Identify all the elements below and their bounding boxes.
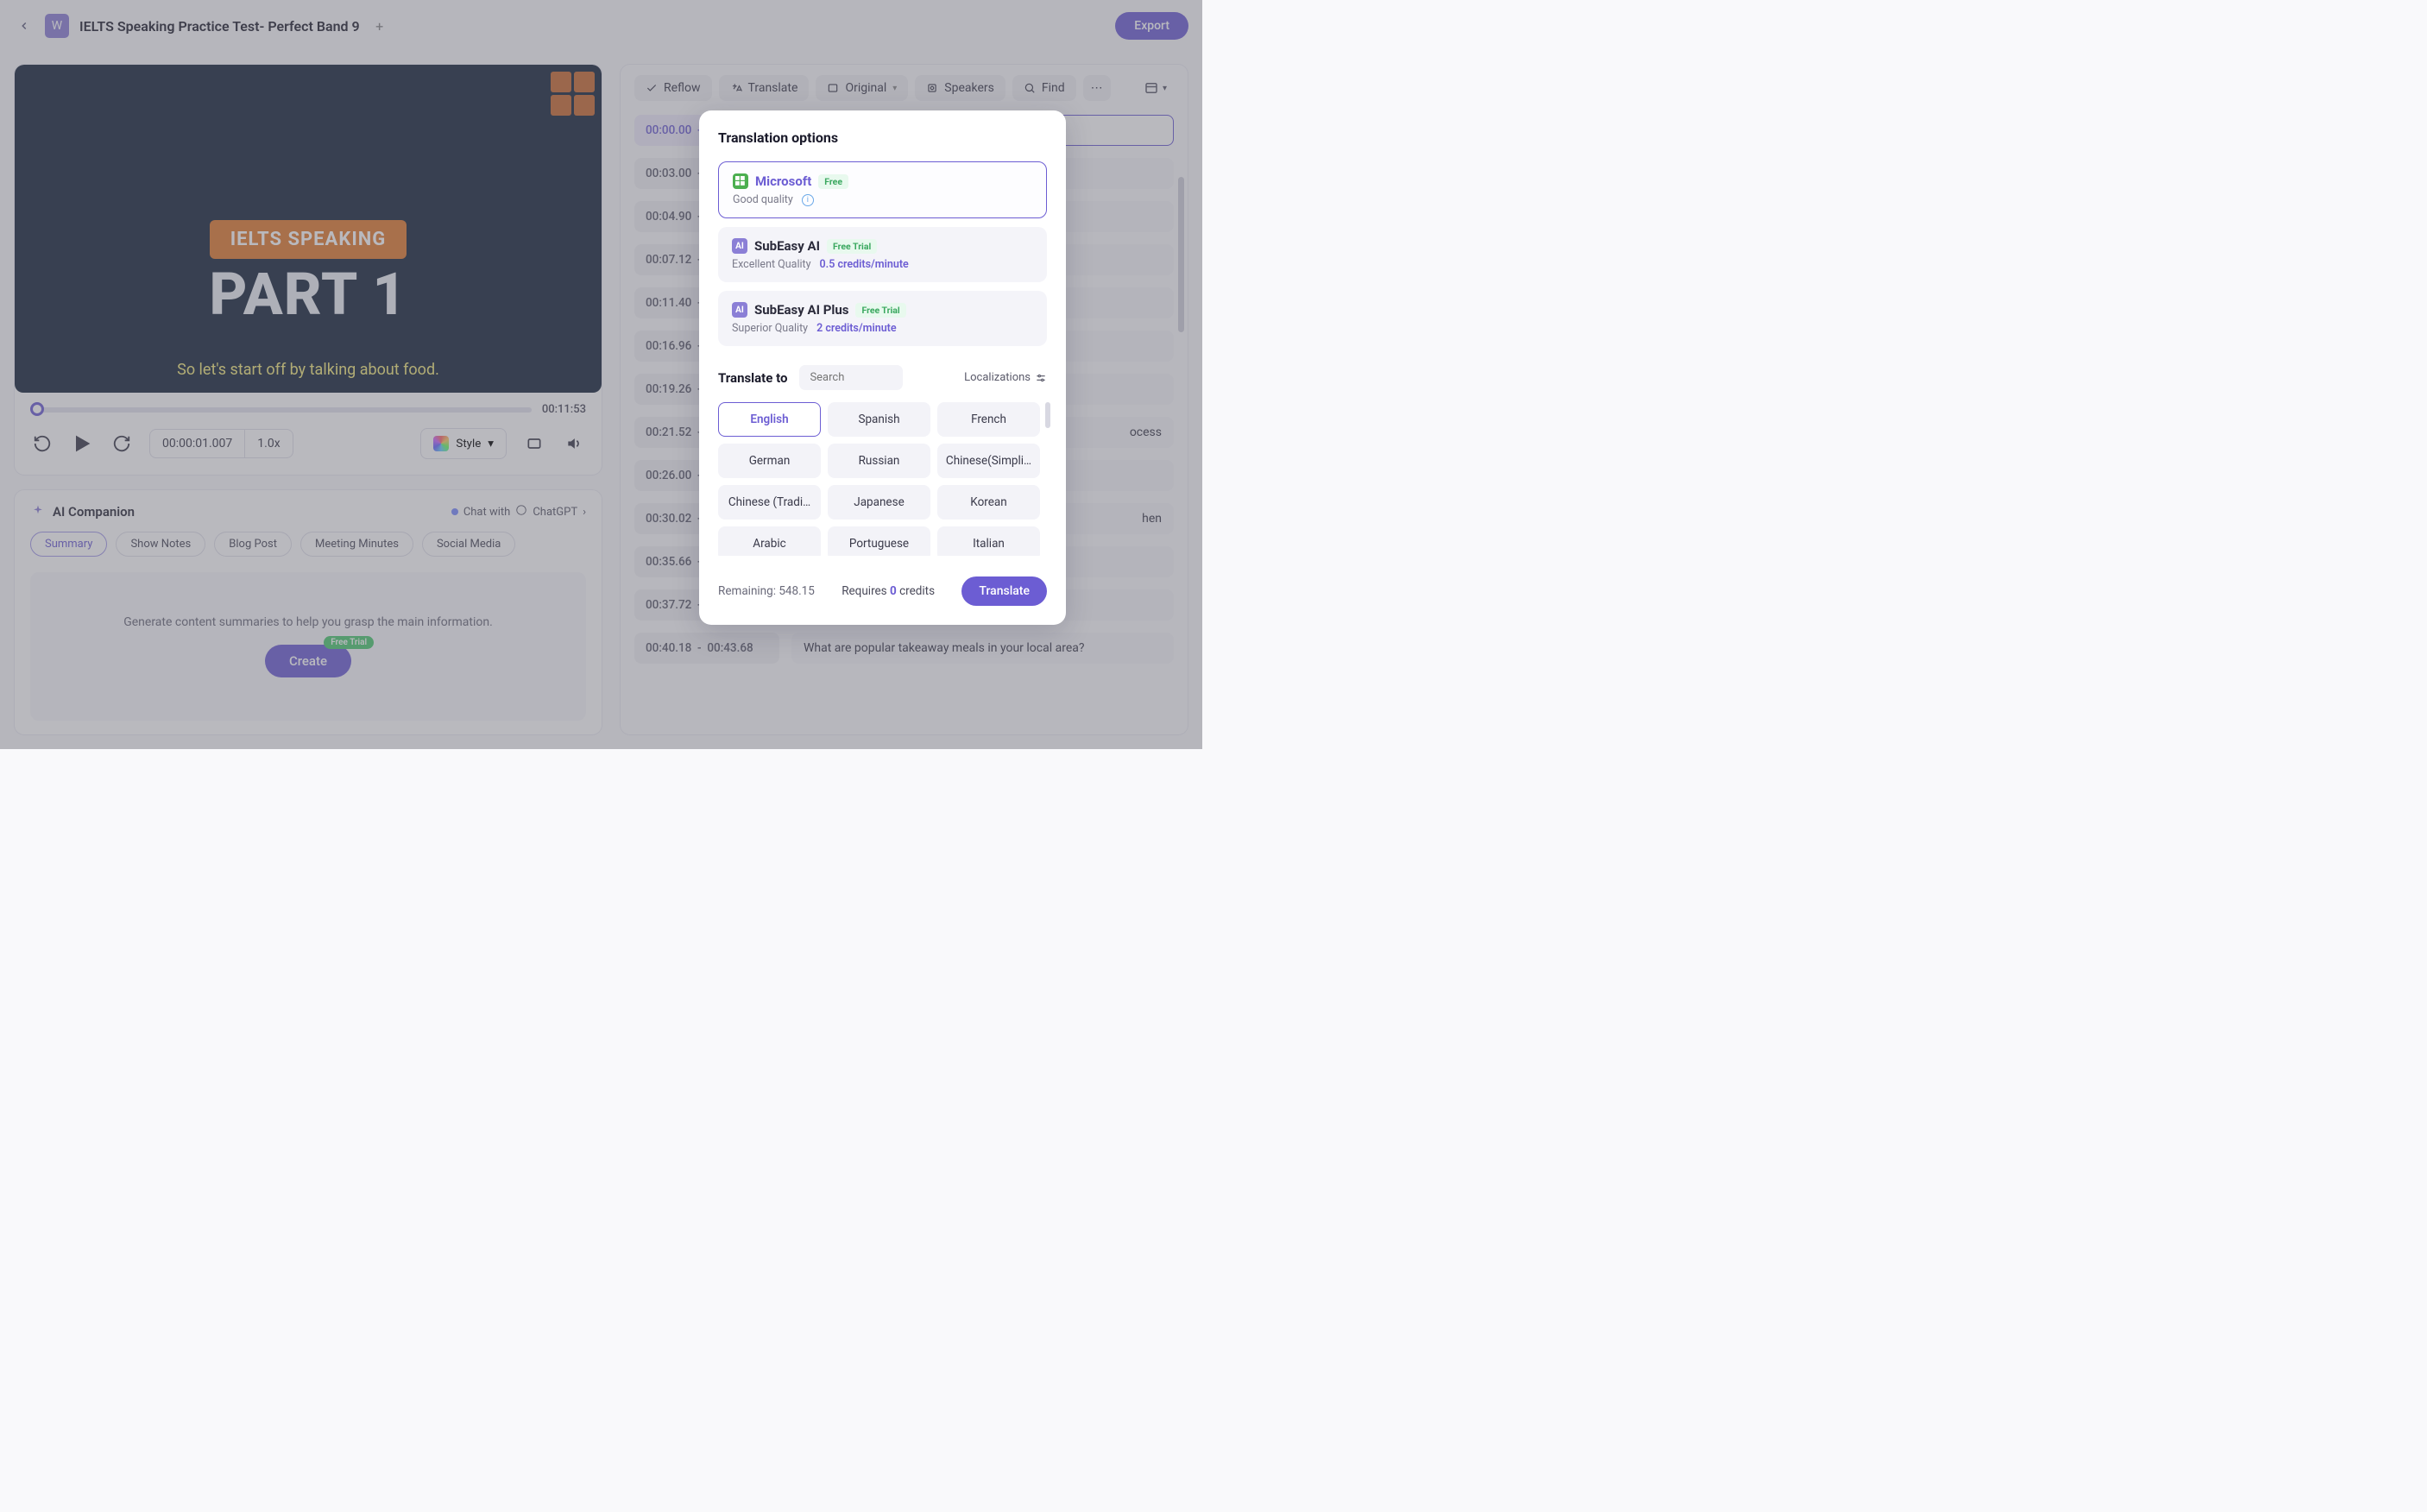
summary-hint: Generate content summaries to help you g…: [123, 615, 493, 629]
language-portuguese[interactable]: Portuguese: [828, 526, 930, 556]
rewind-icon[interactable]: [30, 432, 54, 456]
doc-title: IELTS Speaking Practice Test- Perfect Ba…: [79, 18, 360, 35]
transcript-text[interactable]: What are popular takeaway meals in your …: [791, 633, 1174, 664]
chevron-down-icon: ▾: [892, 84, 897, 93]
video-progress-bar[interactable]: [30, 407, 532, 413]
sliders-icon: [1035, 372, 1047, 384]
language-korean[interactable]: Korean: [937, 485, 1040, 520]
create-button[interactable]: Create Free Trial: [265, 645, 351, 677]
video-player[interactable]: IELTS SPEAKING PART 1 So let's start off…: [15, 65, 602, 393]
provider-credits: 0.5 credits/minute: [820, 258, 909, 271]
language-german[interactable]: German: [718, 444, 821, 478]
translate-submit-button[interactable]: Translate: [961, 576, 1047, 606]
style-button[interactable]: Style ▾: [420, 428, 507, 459]
translate-button[interactable]: Translate: [719, 75, 810, 101]
ai-icon: AI: [732, 238, 747, 254]
provider-badge: Free Trial: [855, 303, 905, 318]
translation-options-modal: Translation options Microsoft Free Good qu…: [699, 110, 1066, 625]
chat-with-button[interactable]: Chat with ChatGPT ›: [451, 504, 586, 520]
provider-subeasy-ai-plus[interactable]: AI SubEasy AI Plus Free Trial Superior Qual…: [718, 291, 1047, 346]
language-arabic[interactable]: Arabic: [718, 526, 821, 556]
chevron-down-icon: ▾: [1163, 84, 1167, 93]
info-icon[interactable]: i: [802, 194, 814, 206]
style-color-icon: [433, 436, 449, 451]
view-mode-toggle[interactable]: ▾: [1137, 75, 1174, 101]
chevron-right-icon: ›: [583, 506, 586, 519]
translate-to-label: Translate to: [718, 370, 787, 386]
language-english[interactable]: English: [718, 402, 821, 437]
localizations-button[interactable]: Localizations: [964, 371, 1047, 384]
transcript-scrollbar[interactable]: [1178, 177, 1184, 695]
playback-speed[interactable]: 1.0x: [245, 430, 292, 457]
sparkle-icon: [30, 504, 46, 520]
video-duration: 00:11:53: [542, 403, 586, 416]
language-chinese-tradi-[interactable]: Chinese (Tradi…: [718, 485, 821, 520]
export-button[interactable]: Export: [1115, 12, 1188, 40]
add-tab-button[interactable]: +: [370, 16, 389, 35]
back-icon[interactable]: [14, 16, 35, 36]
provider-quality: Superior Quality: [732, 322, 808, 335]
remaining-credits: Remaining: 548.15: [718, 584, 815, 598]
provider-badge: Free: [818, 174, 848, 189]
find-button[interactable]: Find: [1012, 75, 1076, 101]
language-japanese[interactable]: Japanese: [828, 485, 930, 520]
chat-provider-label: ChatGPT: [533, 506, 577, 519]
video-badge: IELTS SPEAKING: [210, 220, 407, 259]
pill-blog-post[interactable]: Blog Post: [214, 532, 292, 557]
pill-summary[interactable]: Summary: [30, 532, 107, 557]
original-dropdown[interactable]: Original ▾: [816, 75, 908, 101]
style-label: Style: [456, 438, 481, 450]
language-french[interactable]: French: [937, 402, 1040, 437]
ai-companion-card: AI Companion Chat with ChatGPT › Summary…: [14, 489, 602, 735]
chevron-down-icon: ▾: [488, 438, 494, 450]
live-dot-icon: [451, 508, 458, 515]
timecode-value: 00:00:01.007: [150, 430, 245, 457]
pill-show-notes[interactable]: Show Notes: [116, 532, 205, 557]
chatgpt-icon: [515, 504, 527, 520]
provider-quality: Good quality: [733, 193, 793, 206]
volume-icon[interactable]: [562, 432, 586, 456]
language-spanish[interactable]: Spanish: [828, 402, 930, 437]
chat-with-label: Chat with: [463, 506, 511, 519]
modal-title: Translation options: [718, 129, 1047, 146]
fullscreen-icon[interactable]: [522, 432, 546, 456]
provider-badge: Free Trial: [827, 239, 877, 254]
app-logo: W: [45, 14, 69, 38]
video-caption: So let's start off by talking about food…: [177, 361, 439, 379]
timecode-box[interactable]: 00:00:01.007 1.0x: [149, 429, 293, 458]
ai-icon: AI: [732, 302, 747, 318]
companion-title: AI Companion: [53, 504, 135, 520]
language-russian[interactable]: Russian: [828, 444, 930, 478]
forward-icon[interactable]: [110, 432, 134, 456]
speakers-button[interactable]: Speakers: [915, 75, 1005, 101]
language-italian[interactable]: Italian: [937, 526, 1040, 556]
provider-subeasy-ai[interactable]: AI SubEasy AI Free Trial Excellent Quality 0…: [718, 227, 1047, 282]
video-card: IELTS SPEAKING PART 1 So let's start off…: [14, 64, 602, 476]
language-search-input[interactable]: [799, 365, 903, 390]
language-scrollbar[interactable]: [1045, 402, 1050, 428]
provider-quality: Excellent Quality: [732, 258, 811, 271]
video-part-text: PART 1: [209, 260, 407, 329]
pill-meeting-minutes[interactable]: Meeting Minutes: [300, 532, 413, 557]
provider-microsoft[interactable]: Microsoft Free Good quality i: [718, 161, 1047, 218]
timestamp-chip[interactable]: 00:40.18 - 00:43.68: [634, 633, 779, 664]
provider-name: SubEasy AI Plus: [754, 302, 848, 318]
provider-credits: 2 credits/minute: [816, 322, 897, 335]
more-button[interactable]: ⋯: [1083, 75, 1111, 101]
provider-name: Microsoft: [755, 173, 811, 189]
provider-name: SubEasy AI: [754, 238, 820, 254]
play-button[interactable]: [70, 432, 94, 456]
summary-panel: Generate content summaries to help you g…: [30, 572, 586, 721]
free-trial-badge: Free Trial: [324, 636, 374, 649]
progress-handle[interactable]: [30, 402, 44, 416]
video-corner-icons: [551, 72, 595, 116]
language-chinese-simpli-[interactable]: Chinese(Simpli…: [937, 444, 1040, 478]
pill-social-media[interactable]: Social Media: [422, 532, 515, 557]
requires-credits: Requires 0 credits: [842, 584, 935, 598]
microsoft-icon: [733, 173, 748, 189]
reflow-button[interactable]: Reflow: [634, 75, 712, 101]
